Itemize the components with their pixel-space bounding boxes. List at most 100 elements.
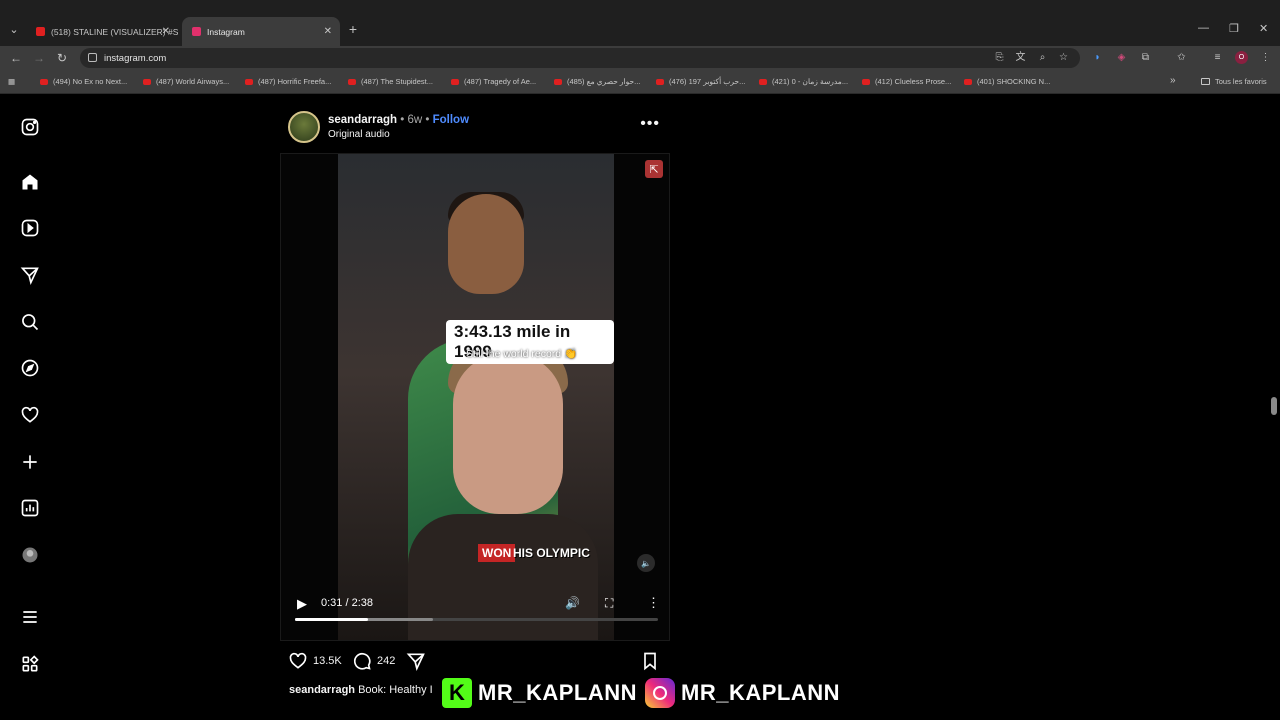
play-icon[interactable]: ▶ <box>297 596 307 612</box>
bookmark-item[interactable]: (412) Clueless Prose... <box>862 77 951 86</box>
profile-avatar[interactable]: O <box>1235 51 1248 64</box>
share-button[interactable] <box>406 651 431 671</box>
open-external-icon[interactable]: ⇱ <box>645 160 663 178</box>
bookmarks-overflow-button[interactable]: » <box>1170 75 1176 86</box>
dashboard-icon[interactable] <box>20 498 40 518</box>
video-frame: 3:43.13 mile in 1999 Still the world rec… <box>338 154 614 640</box>
post-header: seandarragh • 6w • Follow Original audio… <box>288 111 670 147</box>
zoom-icon[interactable]: ⌕ <box>1037 52 1048 63</box>
bookmark-label: (485) حوار حصري مع... <box>567 77 641 86</box>
video-progress-bar[interactable] <box>295 618 658 621</box>
tab-title: Instagram <box>207 26 245 37</box>
profile-avatar[interactable] <box>20 545 40 565</box>
heart-icon <box>289 652 307 669</box>
author-username[interactable]: seandarragh <box>328 114 397 126</box>
instagram-logo-icon <box>645 678 675 708</box>
instagram-logo-icon[interactable] <box>20 117 40 137</box>
site-info-icon[interactable] <box>88 53 97 62</box>
kick-logo-icon: K <box>442 678 472 708</box>
browser-menu-icon[interactable]: ⋮ <box>1260 52 1271 63</box>
bookmarks-bar: ▦ (494) No Ex no Next... (487) World Air… <box>0 70 1280 94</box>
back-icon[interactable]: ← <box>10 51 22 65</box>
bookmark-item[interactable]: (485) حوار حصري مع... <box>554 77 640 86</box>
author-avatar[interactable] <box>288 111 320 143</box>
save-button[interactable] <box>640 651 665 671</box>
comment-icon <box>353 652 371 670</box>
follow-button[interactable]: Follow <box>433 114 469 126</box>
translate-icon[interactable]: 文 <box>1015 52 1026 63</box>
bookmark-icon <box>644 652 656 671</box>
home-icon[interactable] <box>20 172 40 192</box>
fullscreen-icon[interactable]: ⛶ <box>605 596 613 611</box>
scrollbar-thumb[interactable] <box>1271 397 1277 415</box>
forward-icon[interactable]: → <box>33 51 45 65</box>
apps-grid-icon[interactable]: ▦ <box>8 77 15 86</box>
caption-username[interactable]: seandarragh <box>289 684 355 696</box>
tab-search-icon[interactable]: ⌄ <box>4 20 24 38</box>
menu-icon[interactable] <box>20 607 40 627</box>
youtube-icon <box>862 78 870 85</box>
audio-label[interactable]: Original audio <box>328 129 390 140</box>
bookmark-label: (487) Horrific Freefa... <box>258 77 332 86</box>
video-caption-highlight: WON <box>478 544 516 562</box>
video-scene <box>448 194 524 294</box>
more-options-icon[interactable]: ••• <box>640 115 660 133</box>
explore-icon[interactable] <box>20 358 40 378</box>
tab-youtube[interactable]: (518) STALINE (VISUALIZER) #S... ✕ <box>26 17 178 46</box>
extensions-puzzle-icon[interactable]: ⧉ <box>1140 52 1151 63</box>
all-bookmarks-folder[interactable]: Tous les favoris <box>1201 77 1267 86</box>
address-input[interactable]: instagram.com <box>80 48 1080 68</box>
like-button[interactable]: 13.5K <box>288 651 342 671</box>
minimize-icon[interactable]: — <box>1198 22 1209 34</box>
page-scrollbar[interactable] <box>1270 97 1278 717</box>
tab-close-icon[interactable]: ✕ <box>324 26 332 37</box>
reload-icon[interactable]: ↻ <box>57 51 67 65</box>
bookmark-item[interactable]: (476) حرب أكتوبر 197... <box>656 77 745 86</box>
favorites-icon[interactable]: ✩ <box>1176 52 1187 63</box>
youtube-icon <box>451 78 459 85</box>
youtube-icon <box>348 78 356 85</box>
bookmark-label: (476) حرب أكتوبر 197... <box>669 77 746 86</box>
bookmark-item[interactable]: (487) The Stupidest... <box>348 77 433 86</box>
audio-indicator-icon[interactable]: 🔈 <box>637 554 655 572</box>
bookmark-label: (401) SHOCKING N... <box>977 77 1051 86</box>
create-icon[interactable] <box>20 452 40 472</box>
bookmark-item[interactable]: (401) SHOCKING N... <box>964 77 1050 86</box>
video-more-icon[interactable]: ⋮ <box>647 595 660 611</box>
bookmark-item[interactable]: (494) No Ex no Next... <box>40 77 127 86</box>
tab-title: (518) STALINE (VISUALIZER) #S... <box>51 26 178 37</box>
youtube-icon <box>40 78 48 85</box>
share-icon <box>406 653 425 671</box>
bookmark-label: (412) Clueless Prose... <box>875 77 952 86</box>
browser-tab-bar: ⌄ (518) STALINE (VISUALIZER) #S... ✕ Ins… <box>0 0 1280 46</box>
youtube-icon <box>143 78 151 85</box>
bookmark-item[interactable]: (487) World Airways... <box>143 77 229 86</box>
volume-icon[interactable]: 🔊 <box>565 596 580 610</box>
shield-extension-icon[interactable]: ◈ <box>1116 52 1127 63</box>
caption-text: Book: Healthy I <box>358 684 433 696</box>
notifications-icon[interactable] <box>20 405 40 425</box>
bookmark-item[interactable]: (487) Horrific Freefa... <box>245 77 331 86</box>
close-window-icon[interactable]: ✕ <box>1259 22 1268 35</box>
reels-icon[interactable] <box>20 218 40 238</box>
messages-icon[interactable] <box>20 265 40 285</box>
install-app-icon[interactable]: ⎘ <box>994 52 1005 63</box>
reading-list-icon[interactable]: ≡ <box>1212 52 1223 63</box>
address-toolbar: ← → ↻ instagram.com ⎘ 文 ⌕ ☆ ◗ ◈ ⧉ ✩ ≡ O … <box>0 46 1280 70</box>
threads-icon[interactable] <box>20 654 40 674</box>
comment-button[interactable]: 242 <box>352 651 395 671</box>
new-tab-button[interactable]: + <box>343 20 363 38</box>
bookmark-label: (487) World Airways... <box>156 77 230 86</box>
restore-icon[interactable]: ❐ <box>1229 22 1239 35</box>
instagram-page: seandarragh • 6w • Follow Original audio… <box>0 95 1280 720</box>
bookmark-item[interactable]: (421) مدرسة زمان - 0... <box>759 77 848 86</box>
bookmark-star-icon[interactable]: ☆ <box>1058 52 1069 63</box>
bookmark-item[interactable]: (487) Tragedy of Ae... <box>451 77 536 86</box>
extension-icon[interactable]: ◗ <box>1092 52 1103 63</box>
youtube-icon <box>964 78 972 85</box>
search-icon[interactable] <box>20 312 40 332</box>
tab-instagram[interactable]: Instagram ✕ <box>182 17 340 46</box>
video-player[interactable]: 3:43.13 mile in 1999 Still the world rec… <box>280 153 670 641</box>
bookmark-label: (487) The Stupidest... <box>361 77 433 86</box>
tab-close-icon[interactable]: ✕ <box>162 26 170 37</box>
